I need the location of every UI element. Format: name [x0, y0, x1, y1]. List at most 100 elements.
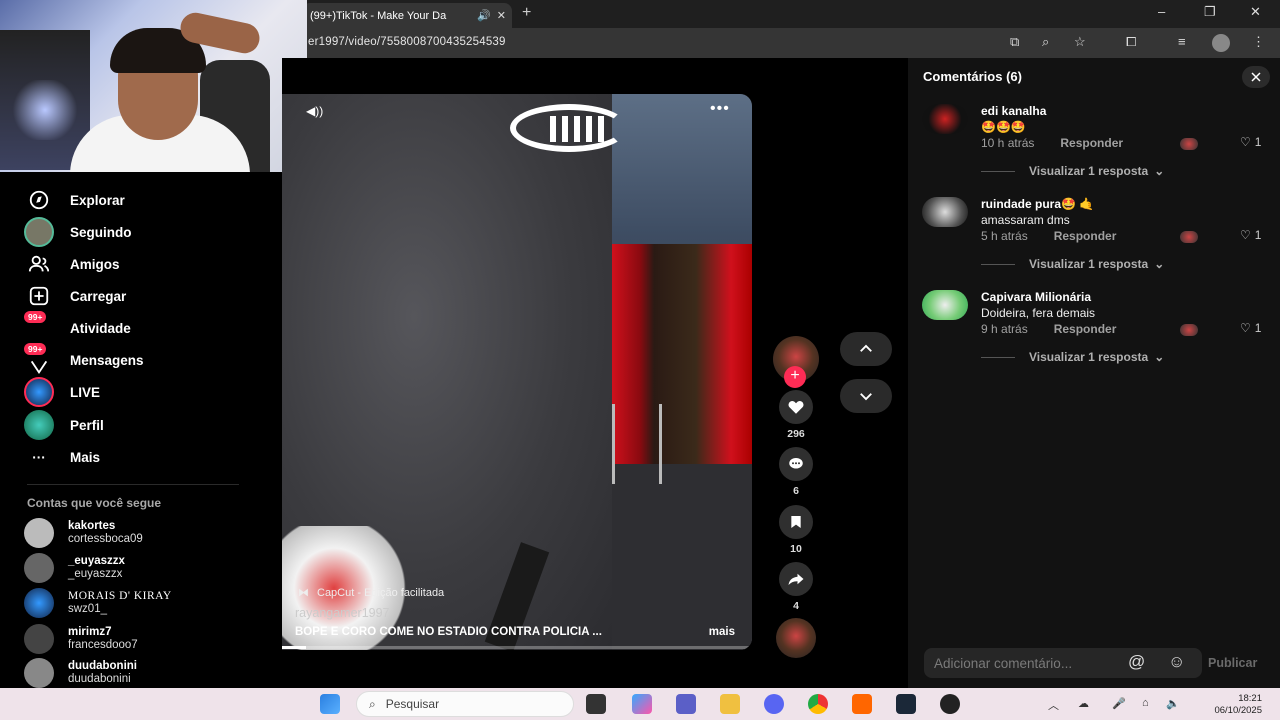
- media-control-icon[interactable]: ≡: [1178, 34, 1186, 49]
- sound-disc[interactable]: [768, 618, 824, 658]
- teams-icon[interactable]: [676, 694, 696, 714]
- activity-badge: 99+: [24, 311, 47, 323]
- bookmark-star-icon[interactable]: ☆: [1074, 34, 1086, 50]
- sidebar-item-atividade[interactable]: 99+ Atividade: [22, 311, 131, 340]
- heart-icon[interactable]: [779, 390, 813, 424]
- sidebar-item-live[interactable]: LIVE: [22, 377, 100, 407]
- url-field[interactable]: er1997/video/7558008700435254539: [308, 36, 506, 48]
- following-account[interactable]: _euyaszzx _euyaszzx: [24, 553, 125, 583]
- comment-bubble-icon[interactable]: [779, 447, 813, 481]
- like-action[interactable]: 296: [768, 390, 824, 440]
- copilot-icon[interactable]: [632, 694, 652, 714]
- tray-chevron-up-icon[interactable]: ︿: [1048, 697, 1059, 713]
- sidebar-item-explorar[interactable]: Explorar: [22, 188, 125, 212]
- tab-close-icon[interactable]: ✕: [497, 9, 506, 22]
- maximize-button[interactable]: ❐: [1204, 4, 1216, 20]
- sidebar-item-carregar[interactable]: Carregar: [22, 284, 126, 308]
- network-icon[interactable]: ⌂: [1142, 697, 1149, 709]
- compass-icon: [22, 188, 56, 212]
- previous-video-button[interactable]: [840, 332, 892, 366]
- video-progress-bar[interactable]: [282, 646, 752, 649]
- system-clock[interactable]: 18:21 06/10/2025: [1196, 693, 1262, 717]
- close-window-button[interactable]: ✕: [1250, 4, 1261, 20]
- extensions-icon[interactable]: ⧠: [1126, 34, 1136, 50]
- capcut-tag[interactable]: ⧓ CapCut - Edição facilitada: [298, 586, 445, 600]
- sidebar-item-mensagens[interactable]: 99+ Mensagens: [22, 343, 144, 374]
- view-replies-button[interactable]: Visualizar 1 resposta ⌄: [981, 257, 1164, 271]
- task-view-icon[interactable]: [586, 694, 606, 714]
- comment-username[interactable]: Capivara Milionária: [981, 290, 1091, 304]
- heart-outline-icon[interactable]: ♡: [1240, 135, 1251, 149]
- app-launcher-icon[interactable]: [852, 694, 872, 714]
- microphone-icon[interactable]: 🎤: [1112, 697, 1126, 710]
- webcam-overlay: [0, 0, 307, 172]
- chrome-icon[interactable]: [808, 694, 828, 714]
- windows-start-icon[interactable]: [320, 694, 340, 714]
- file-explorer-icon[interactable]: [720, 694, 740, 714]
- following-account[interactable]: MORAIS D' KIRAY swz01_: [24, 588, 172, 618]
- creator-liked-avatar: [1180, 231, 1198, 243]
- onedrive-icon[interactable]: ☁: [1078, 697, 1089, 710]
- comment-like[interactable]: ♡ 1: [1240, 321, 1261, 335]
- share-count: 4: [793, 600, 799, 612]
- emoji-icon[interactable]: ☺: [1168, 652, 1185, 672]
- comment-input[interactable]: Adicionar comentário... @ ☺: [924, 648, 1202, 678]
- steam-icon[interactable]: [896, 694, 916, 714]
- taskbar-search[interactable]: ⌕ Pesquisar: [356, 691, 574, 717]
- reply-button[interactable]: Responder: [1060, 136, 1123, 150]
- comment-input-placeholder: Adicionar comentário...: [934, 655, 1073, 671]
- menu-kebab-icon[interactable]: ⋮: [1252, 34, 1265, 50]
- following-account[interactable]: kakortes cortessboca09: [24, 518, 143, 548]
- share-arrow-icon[interactable]: [779, 562, 813, 596]
- video-player[interactable]: ◀)) ••• ⧓ CapCut - Edição facilitada ray…: [282, 94, 752, 650]
- cast-icon[interactable]: ⧉: [1010, 34, 1019, 50]
- comment-username[interactable]: edi kanalha: [981, 104, 1046, 118]
- comment-action[interactable]: 6: [768, 447, 824, 497]
- mention-icon[interactable]: @: [1128, 652, 1145, 672]
- video-more-options-icon[interactable]: •••: [710, 100, 730, 118]
- discord-icon[interactable]: [764, 694, 784, 714]
- view-replies-button[interactable]: Visualizar 1 resposta ⌄: [981, 164, 1164, 178]
- sidebar-item-perfil[interactable]: Perfil: [22, 410, 104, 440]
- zoom-icon[interactable]: ⌕: [1042, 34, 1049, 50]
- view-replies-button[interactable]: Visualizar 1 resposta ⌄: [981, 350, 1164, 364]
- close-comments-button[interactable]: [1242, 66, 1270, 88]
- save-action[interactable]: 10: [768, 505, 824, 555]
- account-username: _euyaszzx: [68, 568, 123, 580]
- avatar[interactable]: [922, 104, 968, 134]
- music-disc-icon[interactable]: [776, 618, 816, 658]
- sidebar-item-amigos[interactable]: Amigos: [22, 252, 120, 276]
- comment-like[interactable]: ♡ 1: [1240, 135, 1261, 149]
- description-more-link[interactable]: mais: [709, 626, 735, 638]
- avatar[interactable]: [922, 290, 968, 320]
- reply-button[interactable]: Responder: [1054, 322, 1117, 336]
- comment-like[interactable]: ♡ 1: [1240, 228, 1261, 242]
- capcut-label: CapCut - Edição facilitada: [317, 586, 445, 599]
- new-tab-button[interactable]: +: [522, 4, 531, 22]
- comment-username[interactable]: ruindade pura🤩 🤙: [981, 197, 1094, 211]
- minimize-button[interactable]: –: [1158, 4, 1165, 19]
- sidebar-item-mais[interactable]: ··· Mais: [22, 445, 100, 469]
- follow-plus-button[interactable]: +: [784, 366, 806, 388]
- avatar[interactable]: [922, 197, 968, 227]
- profile-avatar-icon[interactable]: [1212, 34, 1230, 52]
- share-action[interactable]: 4: [768, 562, 824, 612]
- next-video-button[interactable]: [840, 379, 892, 413]
- creator-avatar-follow[interactable]: +: [768, 336, 824, 388]
- sidebar-item-seguindo[interactable]: Seguindo: [22, 217, 132, 247]
- bookmark-icon[interactable]: [779, 505, 813, 539]
- volume-icon[interactable]: ◀)): [306, 104, 323, 118]
- reply-button[interactable]: Responder: [1054, 229, 1117, 243]
- following-account[interactable]: mirimz7 francesdooo7: [24, 624, 138, 654]
- publish-button[interactable]: Publicar: [1208, 656, 1257, 670]
- browser-tab[interactable]: (99+)TikTok - Make Your Da 🔊 ✕: [302, 3, 512, 28]
- heart-outline-icon[interactable]: ♡: [1240, 228, 1251, 242]
- sidebar-item-label: Seguindo: [70, 224, 132, 240]
- heart-outline-icon[interactable]: ♡: [1240, 321, 1251, 335]
- volume-tray-icon[interactable]: 🔈: [1166, 697, 1180, 710]
- video-author[interactable]: rayangamer1997: [295, 606, 390, 620]
- speaker-icon[interactable]: 🔊: [477, 9, 491, 22]
- tab-title: (99+)TikTok - Make Your Da: [310, 9, 447, 22]
- following-account[interactable]: duudabonini duudabonini: [24, 658, 137, 688]
- game-app-icon[interactable]: [940, 694, 960, 714]
